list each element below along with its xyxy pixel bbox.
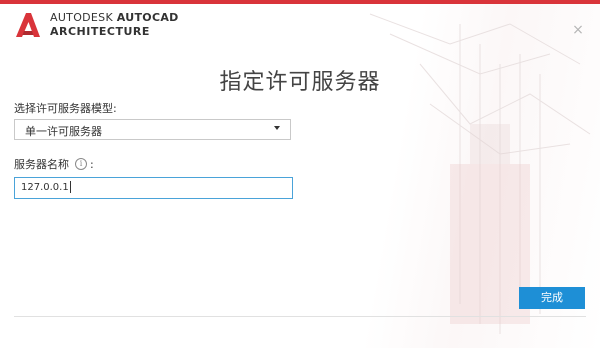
autodesk-logo-icon: [14, 12, 42, 38]
server-model-selected: 单一许可服务器: [25, 125, 102, 138]
server-name-label: 服务器名称: [14, 158, 69, 171]
server-name-label-colon: :: [90, 157, 94, 171]
brand-line-1: AUTODESK AUTOCAD: [50, 11, 179, 25]
server-name-label-row: 服务器名称 i :: [14, 156, 94, 172]
chevron-down-icon: [274, 126, 280, 130]
brand-company: AUTODESK: [50, 11, 113, 24]
server-model-select[interactable]: 单一许可服务器: [14, 119, 291, 140]
server-model-label: 选择许可服务器模型:: [14, 102, 117, 115]
footer-divider: [14, 316, 586, 317]
brand-product: AUTOCAD: [116, 11, 179, 24]
finish-button[interactable]: 完成: [519, 287, 585, 309]
product-brand: AUTODESK AUTOCAD ARCHITECTURE: [50, 11, 179, 39]
server-name-value: 127.0.0.1: [21, 182, 69, 193]
page-title: 指定许可服务器: [219, 70, 381, 95]
server-name-input[interactable]: 127.0.0.1: [14, 177, 293, 199]
info-icon[interactable]: i: [75, 158, 87, 170]
close-icon[interactable]: ×: [570, 22, 586, 38]
text-cursor: [69, 181, 71, 193]
brand-line-2: ARCHITECTURE: [50, 25, 150, 38]
